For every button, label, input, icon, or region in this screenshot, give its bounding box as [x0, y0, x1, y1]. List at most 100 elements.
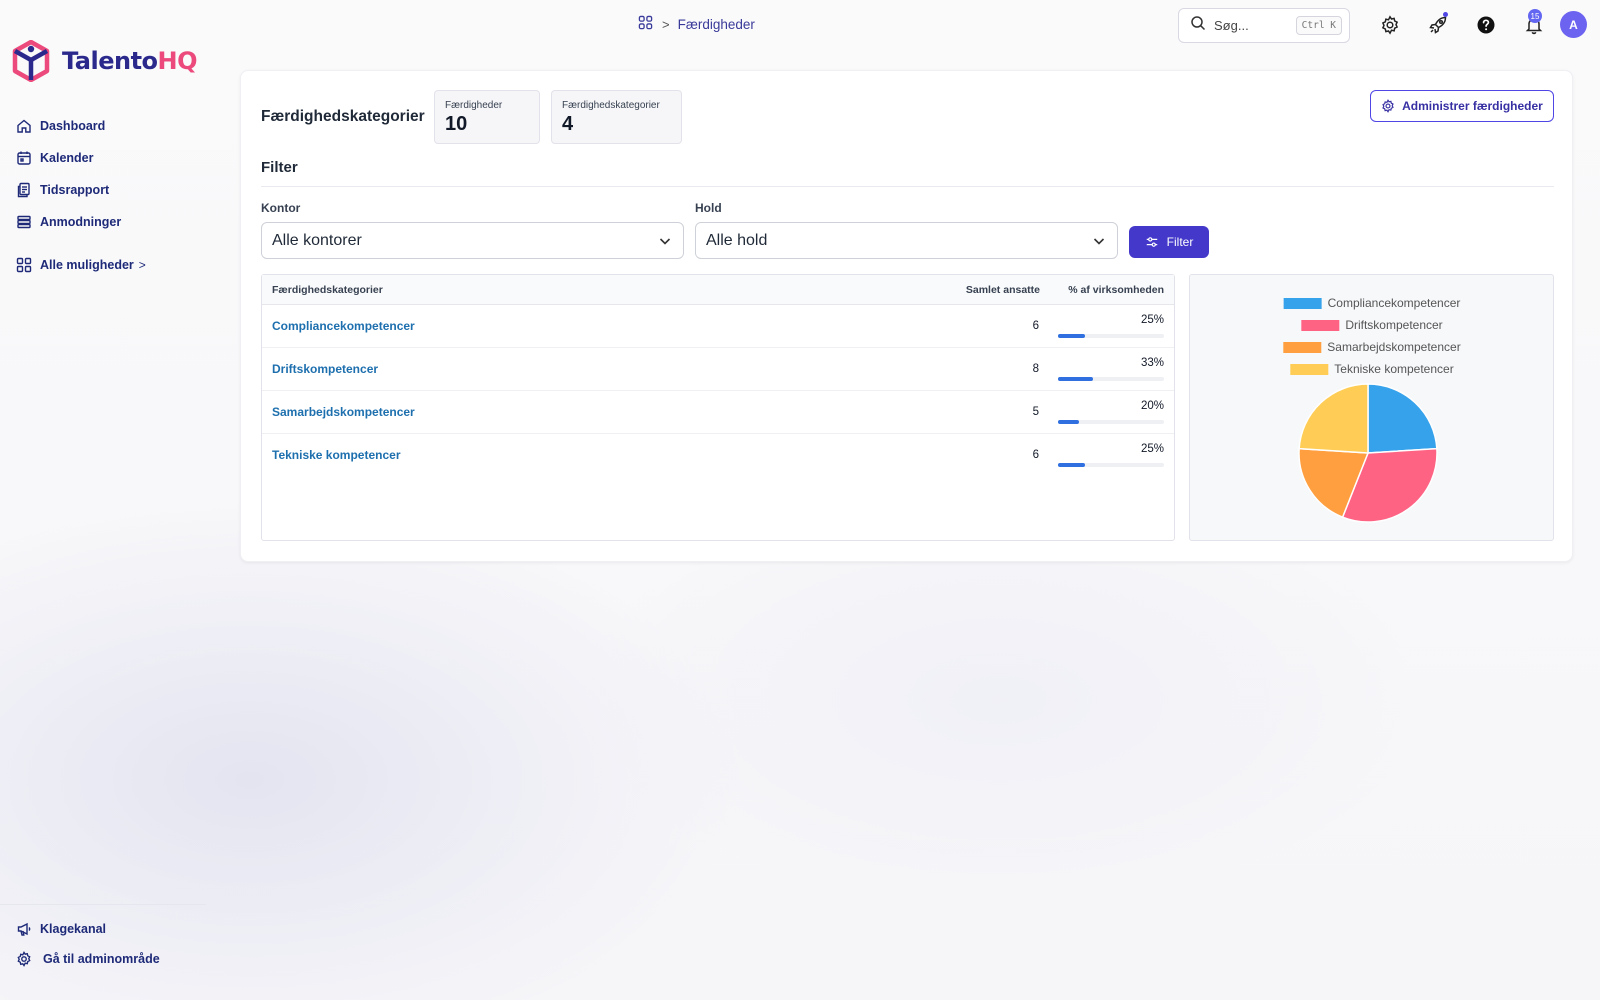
sidebar-item-complaints[interactable]: Klagekanal — [16, 914, 206, 944]
legend-swatch — [1301, 320, 1340, 331]
sidebar-item-calendar[interactable]: Kalender — [16, 142, 206, 174]
team-select[interactable]: Alle hold — [695, 222, 1118, 259]
breadcrumb-separator: > — [662, 16, 670, 32]
progress-fill — [1058, 334, 1085, 338]
percent-value: 33% — [1140, 357, 1164, 369]
sidebar-item-dashboard[interactable]: Dashboard — [16, 110, 206, 142]
progress-fill — [1058, 377, 1093, 381]
sidebar-item-label: Kalender — [40, 151, 94, 165]
table-row: Samarbejdskompetencer 5 20% — [262, 391, 1174, 434]
sidebar-item-timesheet[interactable]: Tidsrapport — [16, 174, 206, 206]
legend-label: Driftskompetencer — [1345, 318, 1442, 332]
chevron-down-icon — [1093, 237, 1105, 245]
page-title: Færdighedskategorier — [261, 108, 425, 125]
stat-skill-categories: Færdighedskategorier 4 — [551, 90, 682, 144]
breadcrumb-current: Færdigheder — [677, 16, 755, 32]
manage-skills-label: Administrer færdigheder — [1402, 99, 1543, 113]
filter-button-label: Filter — [1166, 235, 1194, 249]
grid-icon — [16, 257, 32, 273]
category-link[interactable]: Compliancekompetencer — [272, 319, 415, 333]
pie-chart: Compliancekompetencer Driftskompetencer Sa… — [1283, 296, 1461, 523]
skills-card: Færdighedskategorier Færdigheder 10 Færd… — [240, 70, 1573, 562]
legend-label: Tekniske kompetencer — [1334, 362, 1453, 376]
sidebar-bottom-nav: Klagekanal Gå til adminområde — [16, 914, 206, 974]
table-header: Færdighedskategorier Samlet ansatte % af… — [262, 275, 1174, 305]
legend-item[interactable]: Samarbejdskompetencer — [1283, 340, 1461, 354]
employee-count: 8 — [1032, 363, 1039, 375]
category-link[interactable]: Tekniske kompetencer — [272, 448, 401, 462]
calendar-icon — [17, 151, 31, 165]
progress-bar — [1058, 334, 1164, 338]
progress-fill — [1058, 463, 1085, 467]
sidebar-item-requests[interactable]: Anmodninger — [16, 206, 206, 238]
stat-label: Færdigheder — [445, 100, 503, 111]
filter-divider — [261, 186, 1554, 187]
manage-skills-button[interactable]: Administrer færdigheder — [1370, 90, 1554, 122]
notification-badge: 15 — [1528, 9, 1542, 23]
employee-count: 5 — [1032, 406, 1039, 418]
sidebar-item-label: Tidsrapport — [40, 183, 110, 197]
timesheet-icon — [17, 182, 30, 198]
home-icon — [17, 119, 31, 133]
sidebar-item-label: Dashboard — [40, 119, 106, 133]
legend-label: Samarbejdskompetencer — [1327, 340, 1460, 354]
stat-value: 10 — [445, 113, 468, 135]
filter-button[interactable]: Filter — [1129, 226, 1209, 258]
stat-label: Færdighedskategorier — [562, 100, 660, 111]
sidebar-item-all-options[interactable]: Alle muligheder > — [16, 249, 206, 281]
legend-item[interactable]: Compliancekompetencer — [1283, 296, 1461, 310]
office-select[interactable]: Alle kontorer — [261, 222, 684, 259]
employee-count: 6 — [1032, 449, 1039, 461]
sidebar-item-label: Alle muligheder — [40, 258, 134, 272]
legend-item[interactable]: Tekniske kompetencer — [1290, 362, 1454, 376]
legend-item[interactable]: Driftskompetencer — [1301, 318, 1443, 332]
header-total-employees[interactable]: Samlet ansatte — [966, 284, 1040, 296]
sidebar-nav: Dashboard Kalender Tidsrapport Anmodning… — [16, 110, 206, 281]
brand-name-main: Talento — [62, 47, 158, 75]
search-input[interactable]: Søg... Ctrl K — [1178, 8, 1350, 43]
search-icon — [1190, 15, 1206, 36]
sidebar-item-label: Anmodninger — [40, 215, 122, 229]
grid-icon[interactable] — [638, 15, 653, 33]
gear-icon — [1382, 99, 1394, 113]
pie-slice[interactable] — [1367, 383, 1438, 454]
avatar[interactable]: A — [1560, 11, 1587, 38]
chevron-down-icon — [659, 237, 671, 245]
employee-count: 6 — [1032, 320, 1039, 332]
table-row: Driftskompetencer 8 33% — [262, 348, 1174, 391]
category-link[interactable]: Samarbejdskompetencer — [272, 405, 415, 419]
office-select-value: Alle kontorer — [272, 231, 362, 249]
table-row: Compliancekompetencer 6 25% — [262, 305, 1174, 348]
stat-value: 4 — [562, 113, 574, 135]
progress-fill — [1058, 420, 1080, 424]
percent-value: 25% — [1140, 314, 1164, 326]
percent-value: 20% — [1140, 400, 1164, 412]
gear-icon[interactable] — [1378, 13, 1402, 37]
stat-skills: Færdigheder 10 — [434, 90, 540, 144]
brand-name-accent: HQ — [157, 47, 198, 75]
progress-bar — [1058, 420, 1164, 424]
legend-label: Compliancekompetencer — [1328, 296, 1461, 310]
office-label: Kontor — [261, 201, 301, 215]
header-percent[interactable]: % af virksomheden — [1068, 284, 1164, 296]
pie-slice[interactable] — [1298, 383, 1369, 454]
team-label: Hold — [695, 201, 722, 215]
sidebar: TalentoHQ Dashboard Kalender Tidsrapport… — [0, 0, 210, 1000]
megaphone-icon — [17, 922, 31, 936]
header-category[interactable]: Færdighedskategorier — [272, 284, 383, 296]
sidebar-item-admin[interactable]: Gå til adminområde — [16, 944, 206, 974]
category-link[interactable]: Driftskompetencer — [272, 362, 378, 376]
rocket-dot — [1443, 12, 1448, 17]
brand-name: TalentoHQ — [62, 47, 198, 75]
search-shortcut: Ctrl K — [1295, 16, 1342, 35]
topbar: > Færdigheder Søg... Ctrl K 15 A — [0, 0, 1600, 50]
progress-bar — [1058, 463, 1164, 467]
sidebar-item-label: Klagekanal — [40, 922, 107, 936]
list-icon — [17, 215, 31, 229]
search-placeholder: Søg... — [1214, 18, 1249, 33]
help-icon[interactable] — [1474, 13, 1498, 37]
percent-value: 25% — [1140, 443, 1164, 455]
gear-icon — [17, 951, 31, 967]
pie-chart-panel: Compliancekompetencer Driftskompetencer Sa… — [1189, 274, 1554, 541]
legend-swatch — [1283, 342, 1322, 353]
